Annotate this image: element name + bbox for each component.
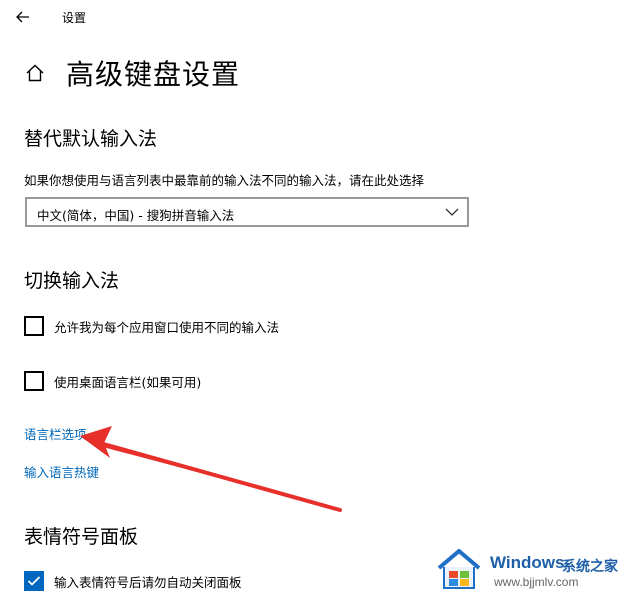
emoji-auto-close-checkbox[interactable] (24, 571, 44, 591)
emoji-auto-close-checkbox-row[interactable]: 输入表情符号后请勿自动关闭面板 (24, 570, 242, 592)
per-app-input-label: 允许我为每个应用窗口使用不同的输入法 (54, 319, 280, 335)
input-language-hotkeys-link[interactable]: 输入语言热键 (24, 462, 99, 481)
switch-section-heading: 切换输入法 (24, 270, 120, 292)
back-arrow-icon (16, 11, 29, 23)
watermark-brand: Windows (490, 553, 565, 572)
language-bar-label: 使用桌面语言栏(如果可用) (54, 374, 202, 390)
language-bar-checkbox[interactable] (24, 371, 44, 391)
override-description: 如果你想使用与语言列表中最靠前的输入法不同的输入法，请在此处选择 (24, 173, 425, 188)
home-icon[interactable] (24, 62, 46, 84)
checkmark-icon (27, 576, 41, 586)
page-title: 高级键盘设置 (66, 58, 241, 91)
settings-page: 设置 高级键盘设置 替代默认输入法 如果你想使用与语言列表中最靠前的输入法不同的… (0, 0, 626, 596)
override-section-heading: 替代默认输入法 (24, 128, 158, 150)
site-watermark: Windows 系统之家 www.bjjmlv.com (436, 545, 624, 593)
chevron-down-icon (445, 208, 459, 216)
language-bar-checkbox-row[interactable]: 使用桌面语言栏(如果可用) (24, 370, 201, 392)
input-method-dropdown[interactable]: 中文(简体，中国) - 搜狗拼音输入法 (25, 197, 469, 227)
watermark-url: www.bjjmlv.com (494, 575, 579, 589)
title-bar: 设置 (0, 0, 626, 34)
per-app-input-checkbox-row[interactable]: 允许我为每个应用窗口使用不同的输入法 (24, 315, 279, 337)
windows-house-logo-icon (437, 549, 481, 589)
watermark-brand-cn: 系统之家 (562, 559, 618, 575)
dropdown-selected-value: 中文(简体，中国) - 搜狗拼音输入法 (37, 208, 235, 223)
per-app-input-checkbox[interactable] (24, 316, 44, 336)
app-title: 设置 (62, 11, 87, 25)
language-bar-options-link[interactable]: 语言栏选项 (24, 424, 87, 443)
back-button[interactable] (10, 5, 36, 29)
emoji-auto-close-label: 输入表情符号后请勿自动关闭面板 (54, 574, 242, 590)
emoji-section-heading: 表情符号面板 (24, 526, 139, 548)
